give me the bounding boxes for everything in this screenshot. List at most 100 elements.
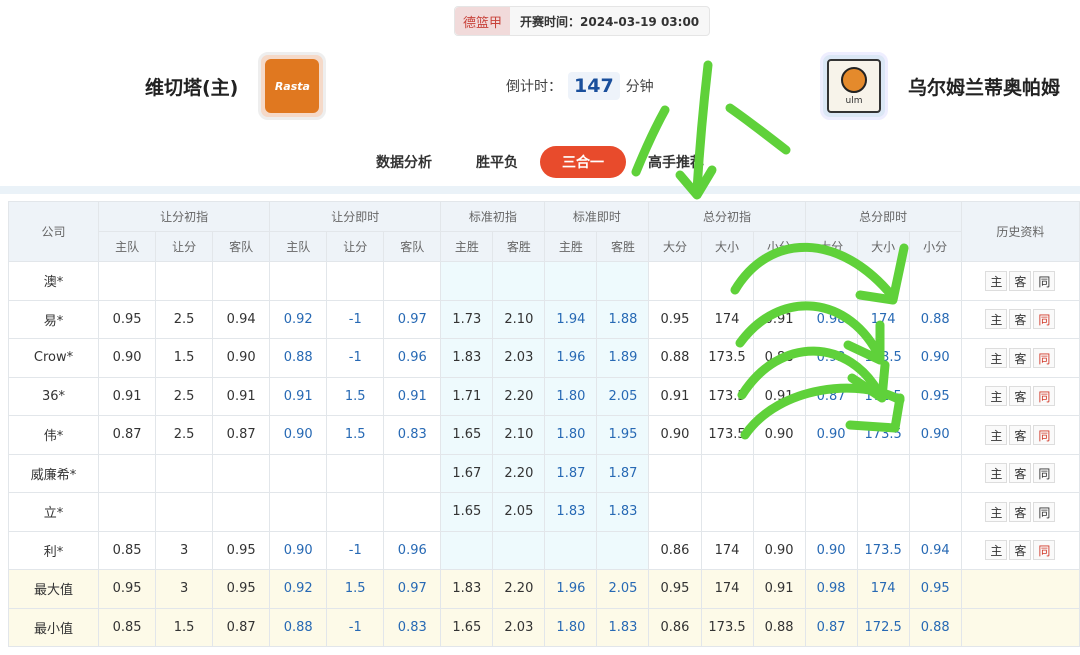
odds-cell <box>544 530 598 570</box>
odds-cell: 1.67 <box>440 453 494 493</box>
col-handicap-live: 让分即时 <box>269 201 442 232</box>
odds-cell: 0.95 <box>212 530 271 570</box>
home-team: 维切塔(主) Rasta <box>145 52 327 120</box>
sub-header: 主胜 <box>544 231 598 262</box>
history-away-button[interactable]: 客 <box>1009 540 1032 561</box>
odds-cell <box>804 453 858 493</box>
odds-cell <box>212 492 271 532</box>
odds-cell <box>326 261 385 301</box>
odds-cell: 2.20 <box>492 569 546 609</box>
odds-cell: 0.92 <box>804 338 858 378</box>
odds-cell <box>856 492 910 532</box>
history-same-button[interactable]: 同 <box>1033 540 1056 561</box>
history-away-button[interactable]: 客 <box>1009 347 1032 368</box>
tab-expert-picks[interactable]: 高手推荐 <box>626 146 726 178</box>
odds-cell: 2.10 <box>492 299 546 339</box>
odds-cell: 174 <box>700 569 754 609</box>
history-cell: 主客同 <box>960 415 1080 455</box>
history-same-button[interactable]: 同 <box>1033 270 1056 291</box>
odds-cell: 2.05 <box>492 492 546 532</box>
odds-cell <box>440 530 494 570</box>
odds-cell <box>155 492 214 532</box>
odds-cell: 1.83 <box>440 338 494 378</box>
odds-cell: 1.87 <box>596 453 650 493</box>
odds-cell <box>440 261 494 301</box>
history-away-button[interactable]: 客 <box>1009 424 1032 445</box>
tab-data-analysis[interactable]: 数据分析 <box>354 146 454 178</box>
history-cell: 主客同 <box>960 338 1080 378</box>
history-same-button[interactable]: 同 <box>1033 386 1056 407</box>
odds-cell <box>98 261 157 301</box>
odds-cell: 0.98 <box>804 299 858 339</box>
odds-cell: 0.87 <box>212 607 271 647</box>
odds-cell <box>752 492 806 532</box>
history-home-button[interactable]: 主 <box>985 270 1008 291</box>
odds-cell: 1.73 <box>440 299 494 339</box>
odds-cell <box>269 261 328 301</box>
company-name: 易* <box>7 299 100 339</box>
history-away-button[interactable]: 客 <box>1009 309 1032 330</box>
away-team-name: 乌尔姆兰蒂奥帕姆 <box>908 76 1061 99</box>
history-away-button[interactable]: 客 <box>1009 270 1032 291</box>
history-away-button[interactable]: 客 <box>1009 463 1032 484</box>
company-name: 澳* <box>7 261 100 301</box>
tab-three-in-one[interactable]: 三合一 <box>540 146 626 178</box>
history-away-button[interactable]: 客 <box>1009 501 1032 522</box>
history-same-button[interactable]: 同 <box>1033 501 1056 522</box>
odds-cell: 1.80 <box>544 376 598 416</box>
history-home-button[interactable]: 主 <box>985 540 1008 561</box>
table-row: 易* 0.95 2.5 0.94 0.92 -1 0.97 1.73 2.10 1.94 1.88 0… <box>7 299 1080 339</box>
table-row: 澳* 主客同 <box>7 261 1080 301</box>
odds-cell: 173.5 <box>700 376 754 416</box>
odds-cell: 0.88 <box>752 338 806 378</box>
history-home-button[interactable]: 主 <box>985 386 1008 407</box>
odds-cell: 0.90 <box>752 530 806 570</box>
char-xiao-stroke-right <box>725 103 791 155</box>
history-home-button[interactable]: 主 <box>985 501 1008 522</box>
odds-cell: 0.96 <box>383 338 442 378</box>
odds-cell <box>155 453 214 493</box>
odds-cell: 2.03 <box>492 607 546 647</box>
odds-cell: 0.87 <box>804 607 858 647</box>
history-same-button[interactable]: 同 <box>1033 463 1056 484</box>
history-away-button[interactable]: 客 <box>1009 386 1032 407</box>
odds-cell: 0.91 <box>98 376 157 416</box>
history-home-button[interactable]: 主 <box>985 347 1008 368</box>
sub-header: 小分 <box>908 231 962 262</box>
summary-row: 最小值 0.85 1.5 0.87 0.88 -1 0.83 1.65 2.03 1.80 1.83… <box>7 607 1080 647</box>
odds-cell <box>98 492 157 532</box>
odds-cell: 1.80 <box>544 415 598 455</box>
summary-label: 最小值 <box>7 607 100 647</box>
tab-win-draw-lose[interactable]: 胜平负 <box>454 146 540 178</box>
odds-cell: 1.83 <box>544 492 598 532</box>
away-team-logo: ulm <box>820 52 888 120</box>
odds-cell: 2.05 <box>596 376 650 416</box>
odds-cell <box>269 492 328 532</box>
history-home-button[interactable]: 主 <box>985 463 1008 484</box>
odds-cell <box>383 261 442 301</box>
odds-cell: 0.97 <box>383 299 442 339</box>
away-logo-mark: ulm <box>827 59 881 113</box>
history-home-button[interactable]: 主 <box>985 424 1008 445</box>
countdown: 倒计时： 147 分钟 <box>506 72 654 100</box>
odds-cell <box>596 261 650 301</box>
odds-cell: 0.90 <box>908 338 962 378</box>
history-same-button[interactable]: 同 <box>1033 347 1056 368</box>
odds-cell: 0.94 <box>908 530 962 570</box>
odds-cell: 0.83 <box>383 607 442 647</box>
countdown-value: 147 <box>568 72 620 100</box>
odds-cell: 1.5 <box>326 415 385 455</box>
odds-cell: 0.90 <box>752 415 806 455</box>
odds-cell: 0.87 <box>98 415 157 455</box>
sub-header: 让分 <box>155 231 214 262</box>
history-same-button[interactable]: 同 <box>1033 309 1056 330</box>
tab-bar: 数据分析 胜平负 三合一 高手推荐 <box>0 146 1080 178</box>
history-home-button[interactable]: 主 <box>985 309 1008 330</box>
history-same-button[interactable]: 同 <box>1033 424 1056 445</box>
col-history: 历史资料 <box>960 201 1080 262</box>
col-standard-live: 标准即时 <box>544 201 650 232</box>
odds-cell: 0.97 <box>383 569 442 609</box>
history-cell: 主客同 <box>960 492 1080 532</box>
odds-cell: 0.98 <box>804 569 858 609</box>
odds-cell: 0.95 <box>98 299 157 339</box>
